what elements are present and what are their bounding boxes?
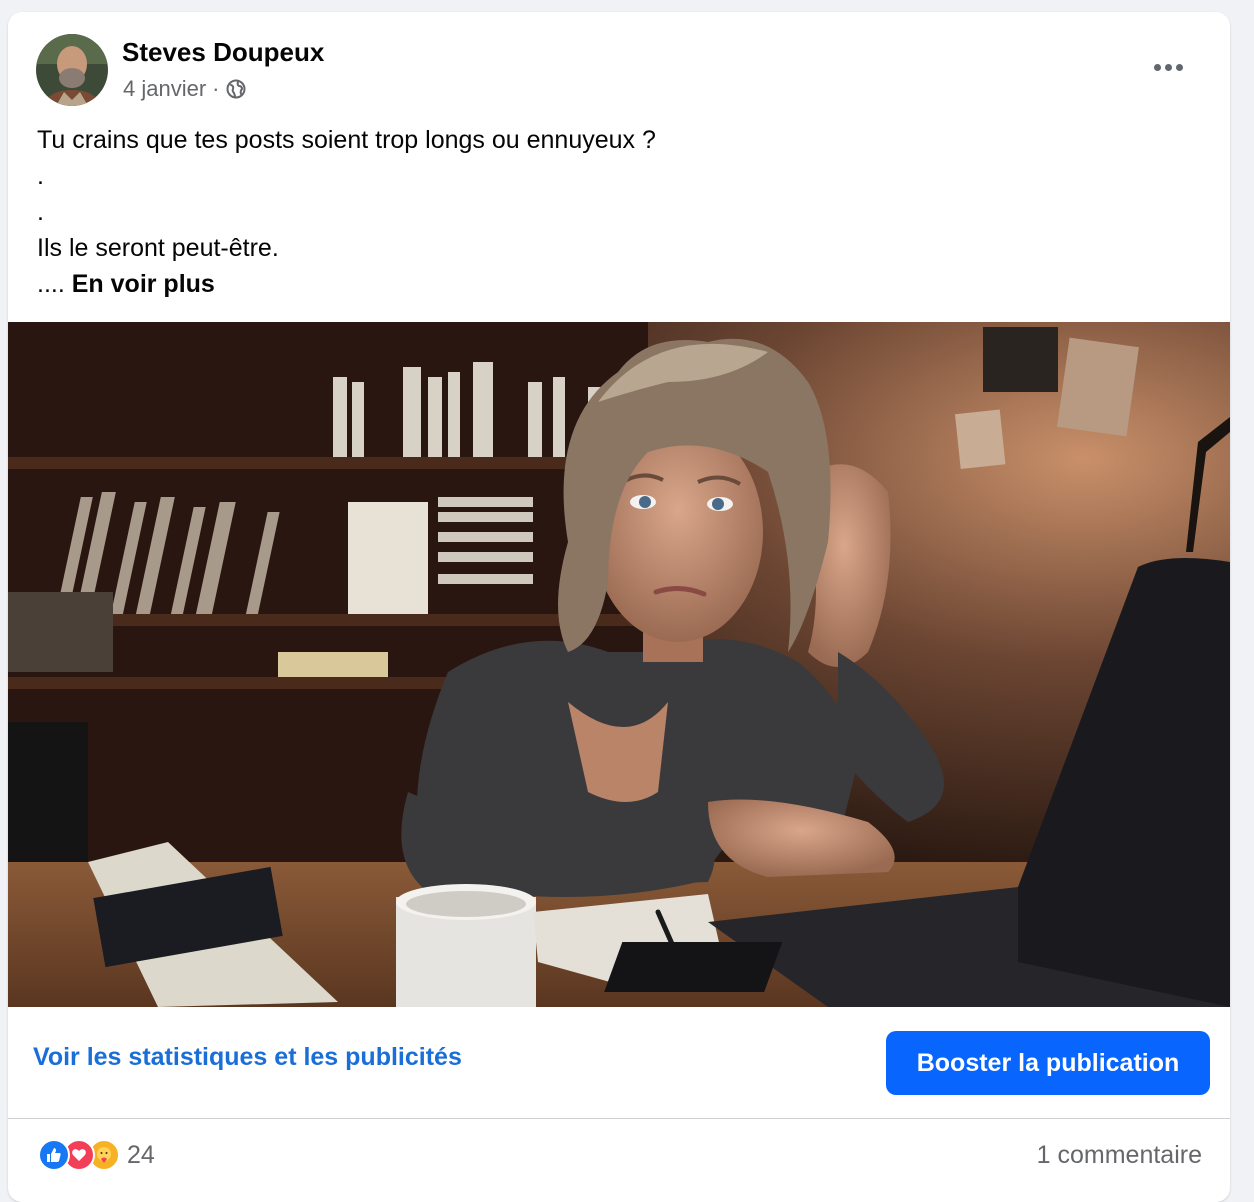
comments-count-link[interactable]: 1 commentaire xyxy=(1037,1141,1202,1170)
post-text-last-line: .... En voir plus xyxy=(37,266,656,302)
like-icon xyxy=(38,1139,70,1171)
post-text-line: . xyxy=(37,162,44,190)
post-image[interactable] xyxy=(8,322,1230,1007)
view-stats-link[interactable]: Voir les statistiques et les publicités xyxy=(33,1043,462,1072)
post-date[interactable]: 4 janvier xyxy=(123,76,206,102)
dot-icon xyxy=(1153,63,1161,71)
reaction-count: 24 xyxy=(127,1140,155,1169)
dot-icon xyxy=(1175,63,1183,71)
post-text-line: Ils le seront peut-être. xyxy=(37,234,279,262)
post-photo xyxy=(8,322,1230,1007)
post-meta: 4 janvier · xyxy=(123,76,247,102)
reactions-summary[interactable]: 24 xyxy=(38,1139,155,1171)
post-text: Tu crains que tes posts soient trop long… xyxy=(37,122,656,302)
post-text-ellipsis: .... xyxy=(37,270,65,298)
globe-icon[interactable] xyxy=(225,78,247,100)
meta-separator: · xyxy=(212,76,220,101)
post-text-line: . xyxy=(37,198,44,226)
post-actions: Voir les statistiques et les publicités … xyxy=(8,1007,1230,1119)
more-options-button[interactable] xyxy=(1146,54,1190,80)
avatar-image xyxy=(36,34,108,106)
post-text-line: Tu crains que tes posts soient trop long… xyxy=(37,126,656,154)
post-header: Steves Doupeux 4 janvier · xyxy=(8,12,1230,112)
author-name[interactable]: Steves Doupeux xyxy=(122,37,324,68)
boost-post-button[interactable]: Booster la publication xyxy=(886,1031,1210,1095)
post-footer: 24 1 commentaire xyxy=(8,1119,1230,1189)
post-card: Steves Doupeux 4 janvier · Tu crains que… xyxy=(8,12,1230,1202)
dot-icon xyxy=(1164,63,1172,71)
see-more-link[interactable]: En voir plus xyxy=(72,270,215,298)
author-avatar[interactable] xyxy=(36,34,108,106)
